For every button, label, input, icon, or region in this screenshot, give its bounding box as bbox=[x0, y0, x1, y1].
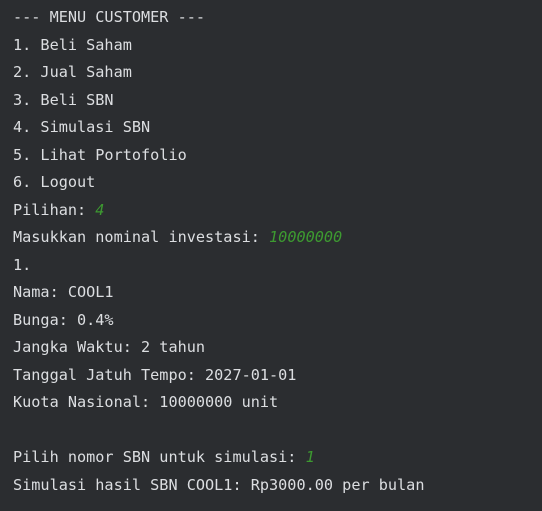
nominal-line: Masukkan nominal investasi: 10000000 bbox=[13, 224, 542, 252]
menu-item-beli-sbn: 3. Beli SBN bbox=[13, 90, 114, 109]
sbn-term: Jangka Waktu: 2 tahun bbox=[13, 338, 206, 356]
sbn-index: 1. bbox=[13, 255, 32, 274]
menu-item-lihat-portofolio: 5. Lihat Portofolio bbox=[13, 145, 187, 164]
console-output[interactable]: --- MENU CUSTOMER --- 1. Beli Saham 2. J… bbox=[0, 0, 542, 511]
menu-title: --- MENU CUSTOMER --- bbox=[13, 8, 206, 26]
nominal-input: 10000000 bbox=[269, 228, 343, 246]
simulation-result: Simulasi hasil SBN COOL1: Rp3000.00 per … bbox=[13, 475, 425, 494]
sbn-interest: Bunga: 0.4% bbox=[13, 310, 114, 329]
select-line: Pilih nomor SBN untuk simulasi: 1 bbox=[13, 444, 542, 472]
menu-item-beli-saham: 1. Beli Saham bbox=[13, 35, 132, 54]
nominal-prompt: Masukkan nominal investasi: bbox=[13, 228, 270, 246]
sbn-name: Nama: COOL1 bbox=[13, 283, 114, 301]
select-prompt: Pilih nomor SBN untuk simulasi: bbox=[13, 448, 306, 466]
menu-item-jual-saham: 2. Jual Saham bbox=[13, 63, 132, 81]
select-input: 1 bbox=[305, 448, 315, 466]
choice-prompt: Pilihan: bbox=[13, 200, 96, 219]
choice-input: 4 bbox=[95, 200, 105, 219]
sbn-quota: Kuota Nasional: 10000000 unit bbox=[13, 393, 279, 411]
menu-item-logout: 6. Logout bbox=[13, 173, 96, 191]
choice-line: Pilihan: 4 bbox=[13, 197, 542, 225]
menu-item-simulasi-sbn: 4. Simulasi SBN bbox=[13, 118, 151, 136]
sbn-maturity: Tanggal Jatuh Tempo: 2027-01-01 bbox=[13, 365, 297, 384]
